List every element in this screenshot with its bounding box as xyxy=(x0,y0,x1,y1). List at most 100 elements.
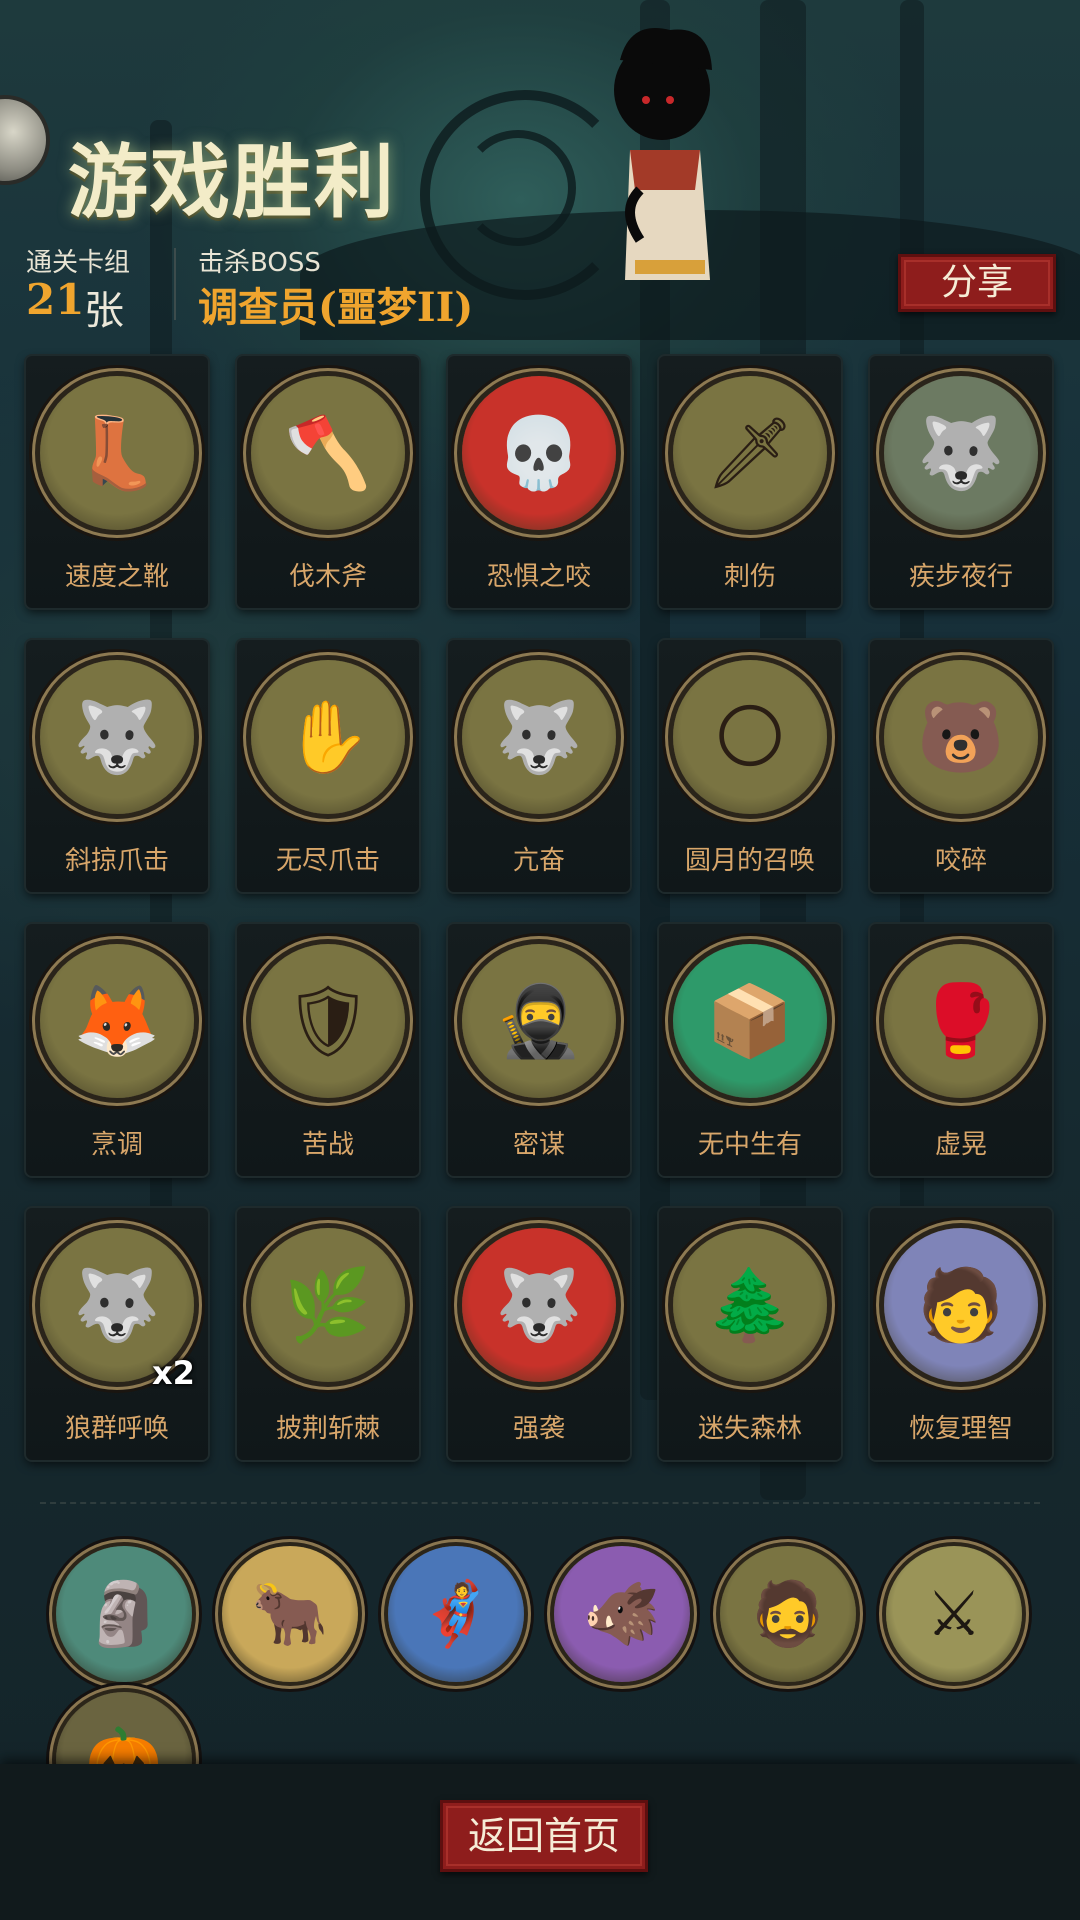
relic-art: 🧔 xyxy=(749,1577,827,1650)
card-label: 苦战 xyxy=(301,1130,354,1160)
axe-icon: 🪓 xyxy=(251,376,405,530)
card-art: 🌕 xyxy=(713,696,787,778)
card-label: 虚晃 xyxy=(934,1130,987,1160)
deck-card[interactable]: 📦 无中生有 xyxy=(659,924,841,1176)
card-count-badge: x2 xyxy=(152,1354,195,1392)
boss-label: 击杀BOSS xyxy=(198,248,321,278)
card-label: 斜掠爪击 xyxy=(64,846,169,876)
card-art: 🧑 xyxy=(917,1264,1005,1346)
card-art: 📦 xyxy=(706,980,794,1062)
cannon-relic-icon[interactable]: 🗿 xyxy=(56,1546,192,1682)
card-label: 强袭 xyxy=(512,1414,565,1444)
relic-art: 🐂 xyxy=(251,1577,329,1650)
frenzy-werewolf-icon: 🐺 xyxy=(462,660,616,814)
card-art: 🐺 xyxy=(495,1264,583,1346)
full-moon-icon: 🌕 xyxy=(673,660,827,814)
card-art: 🐺 xyxy=(917,412,1005,494)
deck-card[interactable]: 💀 恐惧之咬 xyxy=(448,356,630,608)
section-divider xyxy=(40,1502,1040,1504)
stat-divider xyxy=(174,248,176,320)
card-art: 🥷 xyxy=(495,980,583,1062)
restore-sanity-icon: 🧑 xyxy=(884,1228,1038,1382)
card-art: 🌿 xyxy=(284,1264,372,1346)
card-label: 刺伤 xyxy=(723,562,776,592)
thorn-cleave-icon: 🌿 xyxy=(251,1228,405,1382)
hero-cape-relic-icon[interactable]: 🦸 xyxy=(388,1546,524,1682)
relic-art: ⚔ xyxy=(926,1577,982,1650)
deck-card[interactable]: 🌿 披荆斩棘 xyxy=(237,1208,419,1460)
card-art: 🐺 xyxy=(73,696,161,778)
deck-card[interactable]: 🛡 苦战 xyxy=(237,924,419,1176)
card-label: 无中生有 xyxy=(697,1130,802,1160)
card-art: 🗡 xyxy=(705,412,795,494)
deck-card[interactable]: 🧑 恢复理智 xyxy=(870,1208,1052,1460)
boy-character-icon xyxy=(614,28,712,280)
crush-bite-icon: 🐻 xyxy=(884,660,1038,814)
summon-box-icon: 📦 xyxy=(673,944,827,1098)
card-art: 🪓 xyxy=(284,412,372,494)
assault-werewolf-icon: 🐺 xyxy=(462,1228,616,1382)
card-art: 🥊 xyxy=(917,980,1005,1062)
deck-card[interactable]: 👢 速度之靴 xyxy=(26,356,208,608)
card-art: 🐻 xyxy=(917,696,1005,778)
beast-purple-relic-icon[interactable]: 🐗 xyxy=(554,1546,690,1682)
card-label: 速度之靴 xyxy=(64,562,169,592)
deck-card[interactable]: 🐺 亢奋 xyxy=(448,640,630,892)
card-label: 恢复理智 xyxy=(908,1414,1013,1444)
card-art: 🦊 xyxy=(73,980,161,1062)
deck-card[interactable]: 🗡 刺伤 xyxy=(659,356,841,608)
deck-card[interactable]: 🌲 迷失森林 xyxy=(659,1208,841,1460)
deck-card[interactable]: 🪓 伐木斧 xyxy=(237,356,419,608)
deck-card[interactable]: 🌕 圆月的召唤 xyxy=(659,640,841,892)
struggle-warrior-icon: 🛡 xyxy=(251,944,405,1098)
relic-art: 🗿 xyxy=(85,1577,163,1650)
card-art: 💀 xyxy=(495,412,583,494)
card-art: 👢 xyxy=(73,412,161,494)
boot-icon: 👢 xyxy=(40,376,194,530)
card-label: 披荆斩棘 xyxy=(275,1414,380,1444)
horned-skull-relic-icon[interactable]: 🐂 xyxy=(222,1546,358,1682)
fear-skull-icon: 💀 xyxy=(462,376,616,530)
card-label: 圆月的召唤 xyxy=(684,846,815,876)
card-label: 亢奋 xyxy=(512,846,565,876)
deck-card[interactable]: 🥷 密谋 xyxy=(448,924,630,1176)
cooking-fox-icon: 🦊 xyxy=(40,944,194,1098)
card-label: 密谋 xyxy=(512,1130,565,1160)
return-home-button[interactable]: 返回首页 xyxy=(440,1800,648,1872)
deck-card[interactable]: 🐻 咬碎 xyxy=(870,640,1052,892)
night-wolf-icon: 🐺 xyxy=(884,376,1038,530)
card-label: 狼群呼唤 xyxy=(64,1414,169,1444)
boss-name: 调查员(噩梦II) xyxy=(198,284,474,331)
deck-card[interactable]: 🐺 强袭 xyxy=(448,1208,630,1460)
boxer-feint-icon: 🥊 xyxy=(884,944,1038,1098)
deck-card[interactable]: 🐺 斜掠爪击 xyxy=(26,640,208,892)
card-label: 迷失森林 xyxy=(697,1414,802,1444)
deck-card[interactable]: ✋ 无尽爪击 xyxy=(237,640,419,892)
card-label: 伐木斧 xyxy=(288,562,367,592)
endless-claw-icon: ✋ xyxy=(251,660,405,814)
page-title: 游戏胜利 xyxy=(68,135,396,229)
dagger-icon: 🗡 xyxy=(673,376,827,530)
pirate-face-relic-icon[interactable]: 🧔 xyxy=(720,1546,856,1682)
deck-card[interactable]: 🥊 虚晃 xyxy=(870,924,1052,1176)
claws-relic-icon[interactable]: ⚔ xyxy=(886,1546,1022,1682)
lost-forest-icon: 🌲 xyxy=(673,1228,827,1382)
deck-count: 21 xyxy=(26,275,85,324)
deck-card[interactable]: 🦊 烹调 xyxy=(26,924,208,1176)
card-label: 疾步夜行 xyxy=(908,562,1013,592)
card-art: 🌲 xyxy=(706,1264,794,1346)
card-art: 🐺 xyxy=(495,696,583,778)
card-art: 🛡 xyxy=(283,980,373,1062)
deck-card[interactable]: 🐺 x2 狼群呼唤 xyxy=(26,1208,208,1460)
deck-card[interactable]: 🐺 疾步夜行 xyxy=(870,356,1052,608)
card-label: 恐惧之咬 xyxy=(486,562,591,592)
hooded-plot-icon: 🥷 xyxy=(462,944,616,1098)
werewolf-claw-icon: 🐺 xyxy=(40,660,194,814)
share-button[interactable]: 分享 xyxy=(898,254,1056,312)
deck-label: 通关卡组 xyxy=(26,248,131,278)
card-art: ✋ xyxy=(284,696,372,778)
card-label: 无尽爪击 xyxy=(275,846,380,876)
card-label: 咬碎 xyxy=(934,846,987,876)
deck-unit: 张 xyxy=(84,288,124,334)
relic-art: 🐗 xyxy=(583,1577,661,1650)
